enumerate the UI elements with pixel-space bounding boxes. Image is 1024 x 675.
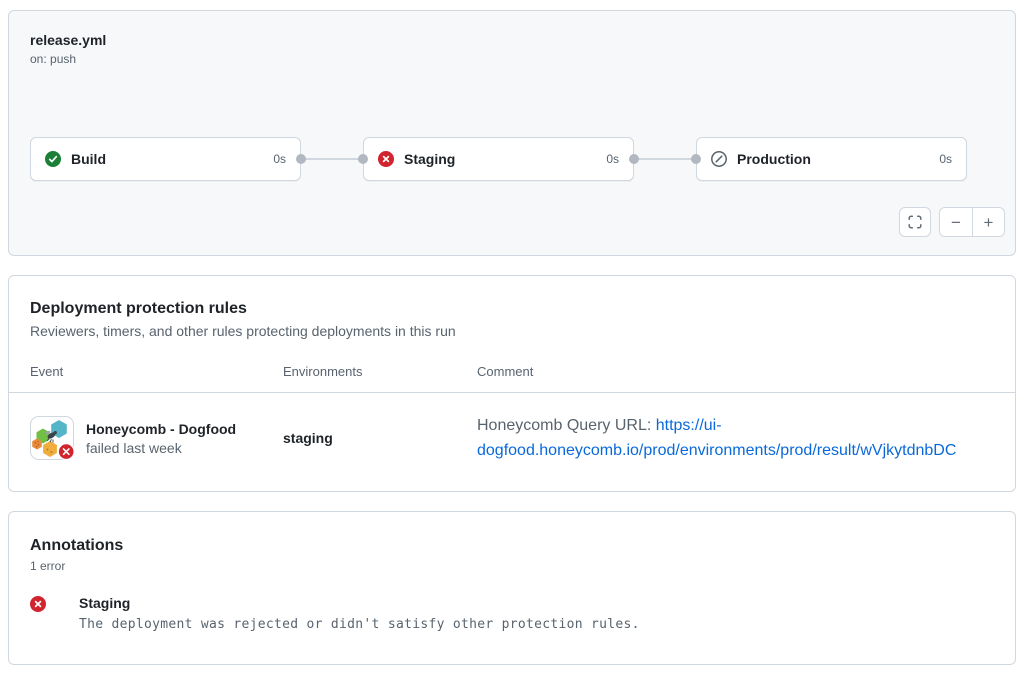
rules-panel-subtitle: Reviewers, timers, and other rules prote… [30, 323, 994, 339]
job-connector [301, 158, 363, 160]
deployment-protection-rules-panel: Deployment protection rules Reviewers, t… [8, 275, 1016, 492]
app-name: Honeycomb - Dogfood [86, 421, 236, 437]
x-circle-error-icon [30, 596, 46, 612]
job-node-production[interactable]: Production 0s [696, 137, 967, 181]
zoom-in-button[interactable]: + [972, 208, 1004, 236]
workflow-run-page: release.yml on: push Build 0s [0, 0, 1024, 675]
annotation-message: The deployment was rejected or didn't sa… [79, 617, 640, 632]
job-node-staging[interactable]: Staging 0s [363, 137, 634, 181]
comment-cell: Honeycomb Query URL: https://ui-dogfood.… [477, 413, 994, 463]
annotation-job-name: Staging [79, 595, 640, 611]
event-cell: Honeycomb - Dogfood failed last week [30, 416, 283, 460]
job-node-build[interactable]: Build 0s [30, 137, 301, 181]
event-app-info: Honeycomb - Dogfood failed last week [86, 421, 236, 456]
annotations-panel: Annotations 1 error Staging The deployme… [8, 511, 1016, 665]
x-circle-failure-icon [378, 151, 394, 167]
annotation-error-item: Staging The deployment was rejected or d… [9, 595, 1015, 632]
workflow-jobs-row: Build 0s Staging 0s [30, 137, 967, 181]
job-name: Staging [404, 151, 596, 167]
workflow-graph-header: release.yml on: push [9, 11, 1015, 66]
job-duration: 0s [606, 152, 619, 166]
environment-name: staging [283, 430, 477, 446]
fit-to-view-icon [907, 214, 923, 230]
rules-panel-header: Deployment protection rules Reviewers, t… [9, 276, 1015, 339]
annotations-header: Annotations 1 error [9, 512, 1015, 573]
comment-prefix: Honeycomb Query URL: [477, 417, 656, 434]
app-status: failed last week [86, 440, 236, 456]
check-circle-success-icon [45, 151, 61, 167]
workflow-trigger: on: push [30, 52, 994, 66]
job-duration: 0s [939, 152, 952, 166]
honeycomb-app-avatar [30, 416, 74, 460]
rules-table-header: Event Environments Comment [9, 364, 1015, 393]
job-connector [634, 158, 696, 160]
column-header-comment: Comment [477, 364, 994, 379]
zoom-out-button[interactable]: − [940, 208, 972, 236]
plus-icon: + [984, 213, 994, 232]
annotations-title: Annotations [30, 537, 994, 555]
skipped-circle-icon [711, 151, 727, 167]
graph-zoom-controls: − + [899, 207, 1005, 237]
rules-panel-title: Deployment protection rules [30, 300, 994, 318]
protection-rule-row: Honeycomb - Dogfood failed last week sta… [9, 393, 1015, 483]
job-name: Build [71, 151, 263, 167]
column-header-environments: Environments [283, 364, 477, 379]
minus-icon: − [951, 213, 961, 232]
annotation-body: Staging The deployment was rejected or d… [79, 595, 640, 632]
column-header-event: Event [30, 364, 283, 379]
workflow-graph-panel: release.yml on: push Build 0s [8, 10, 1016, 256]
zoom-button-group: − + [939, 207, 1005, 237]
workflow-file-name: release.yml [30, 32, 994, 48]
job-name: Production [737, 151, 929, 167]
job-duration: 0s [273, 152, 286, 166]
annotations-error-count: 1 error [30, 559, 994, 573]
fit-to-view-button[interactable] [899, 207, 931, 237]
